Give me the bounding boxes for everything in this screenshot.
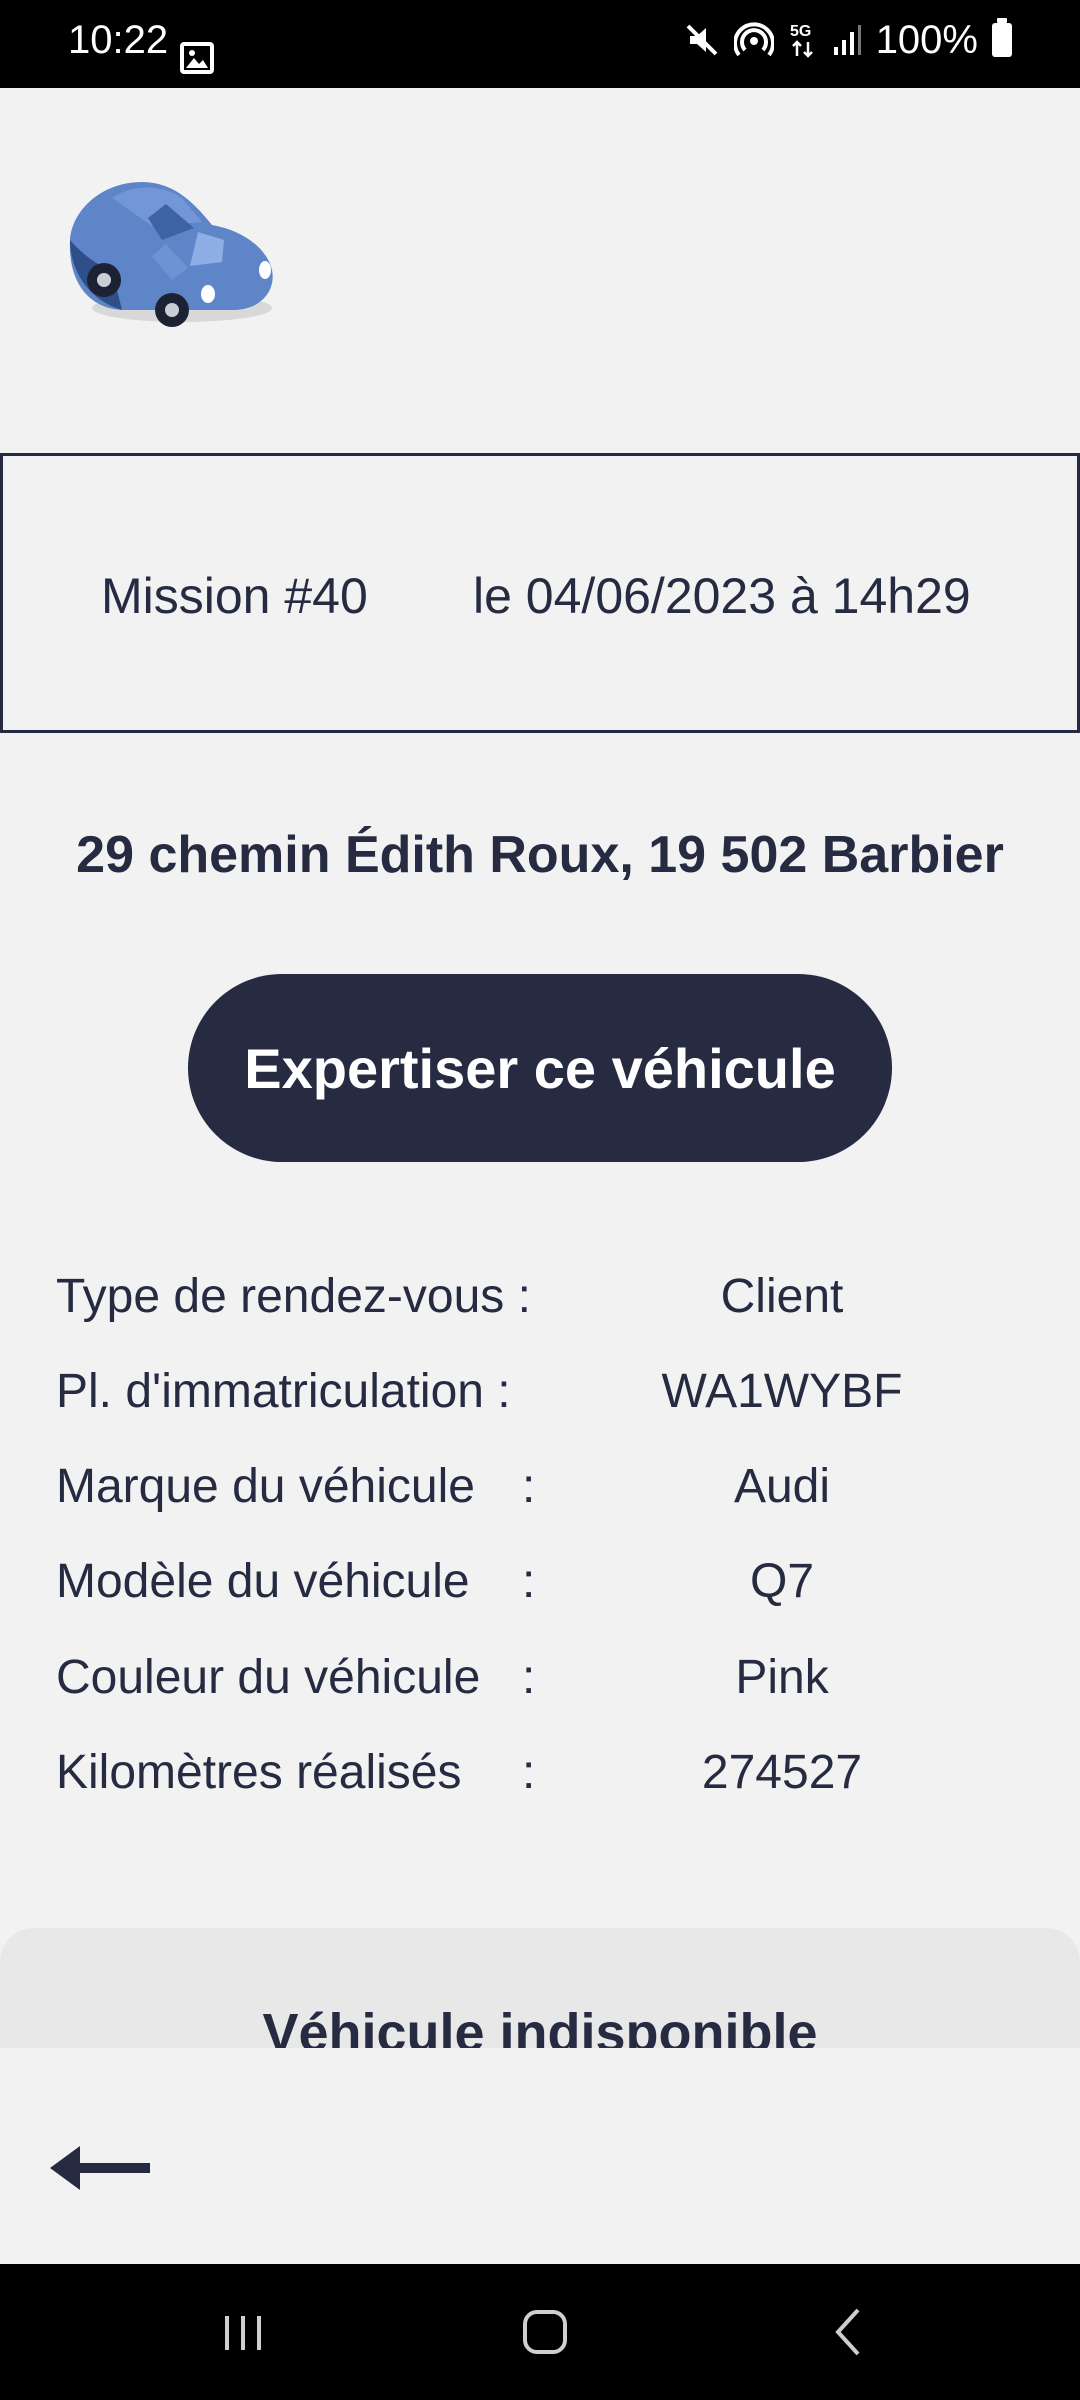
battery-icon [992, 18, 1012, 57]
status-bar: 10:22 5G 100% [0, 0, 1080, 88]
gallery-icon [180, 42, 214, 74]
5g-data-icon: 5G [790, 23, 813, 58]
detail-row-license-plate: Pl. d'immatriculation : WA1WYBF [0, 1357, 1080, 1427]
detail-label: Modèle du véhicule [56, 1555, 470, 1608]
recent-apps-icon[interactable] [203, 2298, 283, 2366]
detail-colon: : [522, 1460, 536, 1513]
vehicle-unavailable-title: Véhicule indisponible [262, 2003, 818, 2048]
svg-text:5G: 5G [790, 23, 811, 40]
detail-colon: : [522, 1555, 536, 1608]
detail-value: Client [720, 1270, 844, 1323]
mute-icon [686, 24, 718, 56]
detail-row-mileage: Kilomètres réalisés : 274527 [0, 1738, 1080, 1808]
detail-colon: : [522, 1746, 536, 1799]
status-icons: 5G 100% [684, 18, 1012, 62]
detail-row-appointment-type: Type de rendez-vous : Client [0, 1262, 1080, 1332]
system-navigation-bar [0, 2264, 1080, 2400]
home-icon[interactable] [505, 2298, 585, 2366]
mission-number: Mission #40 [101, 568, 368, 624]
detail-label: Type de rendez-vous : [56, 1270, 531, 1323]
back-arrow-icon[interactable] [46, 2138, 152, 2198]
car-logo-icon [69, 182, 273, 327]
detail-label: Couleur du véhicule [56, 1651, 481, 1704]
status-time: 10:22 [68, 18, 169, 62]
hotspot-icon [733, 22, 774, 57]
detail-label: Marque du véhicule [56, 1460, 475, 1513]
mission-date: le 04/06/2023 à 14h29 [473, 568, 971, 624]
detail-value: Q7 [749, 1555, 815, 1608]
detail-row-color: Couleur du véhicule : Pink [0, 1643, 1080, 1713]
detail-row-model: Modèle du véhicule : Q7 [0, 1547, 1080, 1617]
vehicle-unavailable-card[interactable]: Véhicule indisponible [0, 1928, 1080, 2048]
expertise-vehicle-button[interactable]: Expertiser ce véhicule [188, 974, 892, 1162]
signal-icon [833, 25, 861, 55]
detail-value: Audi [733, 1460, 831, 1513]
detail-label: Pl. d'immatriculation : [56, 1365, 511, 1418]
mission-address: 29 chemin Édith Roux, 19 502 Barbier [76, 826, 1004, 884]
mission-header: Mission #40 le 04/06/2023 à 14h29 [0, 453, 1080, 733]
detail-value: Pink [735, 1651, 829, 1704]
detail-row-brand: Marque du véhicule : Audi [0, 1452, 1080, 1522]
battery-percent: 100% [875, 18, 978, 62]
detail-colon: : [522, 1651, 536, 1704]
detail-label: Kilomètres réalisés [56, 1746, 462, 1799]
back-nav-icon[interactable] [808, 2298, 888, 2366]
detail-value: 274527 [701, 1746, 863, 1799]
bottom-toolbar [0, 2050, 1080, 2264]
detail-value: WA1WYBF [661, 1365, 903, 1418]
